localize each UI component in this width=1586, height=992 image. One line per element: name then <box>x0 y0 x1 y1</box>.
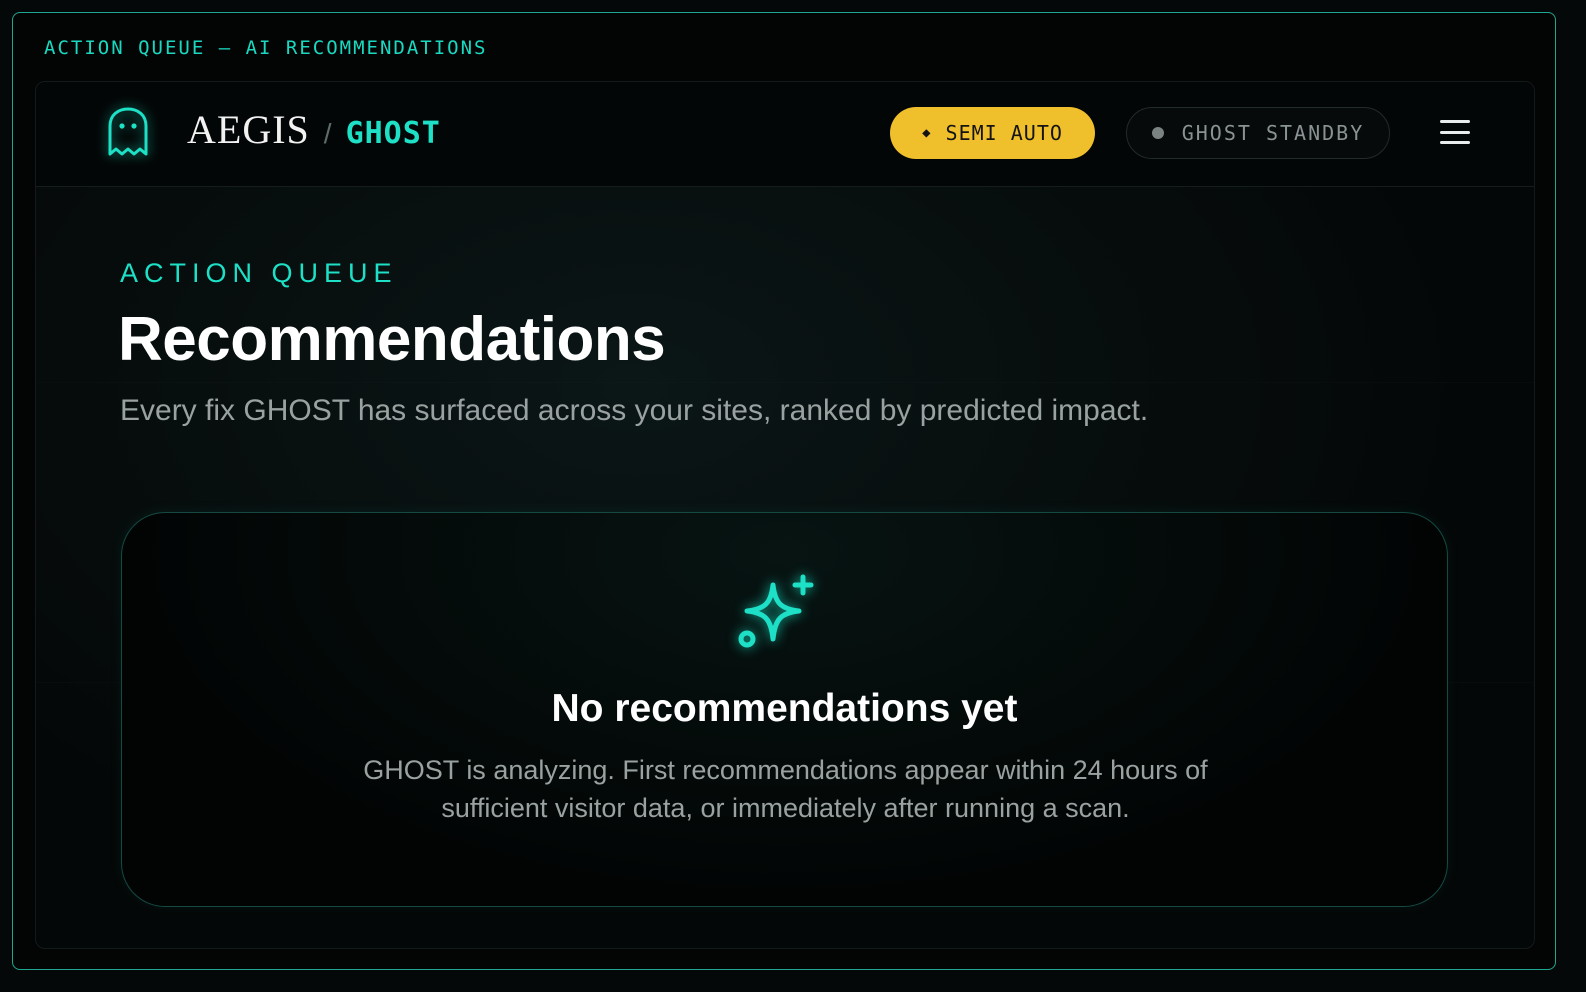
app-container: AEGIS / GHOST ◆ SEMI AUTO GHOST STANDBY … <box>35 81 1535 949</box>
brand[interactable]: AEGIS / GHOST <box>187 106 441 153</box>
brand-separator: / <box>323 118 332 149</box>
diamond-icon: ◆ <box>922 125 932 141</box>
brand-name: AEGIS <box>187 107 310 152</box>
window-frame: ACTION QUEUE – AI RECOMMENDATIONS AEGIS … <box>12 12 1556 970</box>
top-header: AEGIS / GHOST ◆ SEMI AUTO GHOST STANDBY <box>36 82 1534 187</box>
mode-toggle-button[interactable]: ◆ SEMI AUTO <box>890 107 1095 159</box>
page-title: Recommendations <box>118 305 666 374</box>
frame-title: ACTION QUEUE – AI RECOMMENDATIONS <box>44 37 488 59</box>
sparkles-icon <box>738 574 814 648</box>
product-name: GHOST <box>345 116 441 151</box>
section-eyebrow: ACTION QUEUE <box>120 258 398 288</box>
mode-label: SEMI AUTO <box>945 121 1063 145</box>
status-dot-icon <box>1151 127 1164 139</box>
ghost-status-badge[interactable]: GHOST STANDBY <box>1126 107 1390 159</box>
page-subtitle: Every fix GHOST has surfaced across your… <box>120 394 1149 427</box>
empty-state-card: No recommendations yet GHOST is analyzin… <box>121 512 1448 907</box>
empty-state-text: GHOST is analyzing. First recommendation… <box>363 755 1208 823</box>
empty-state-title: No recommendations yet <box>551 687 1018 730</box>
status-label: GHOST STANDBY <box>1181 121 1365 145</box>
ghost-icon <box>108 107 148 156</box>
hamburger-menu-icon[interactable] <box>1440 120 1470 144</box>
